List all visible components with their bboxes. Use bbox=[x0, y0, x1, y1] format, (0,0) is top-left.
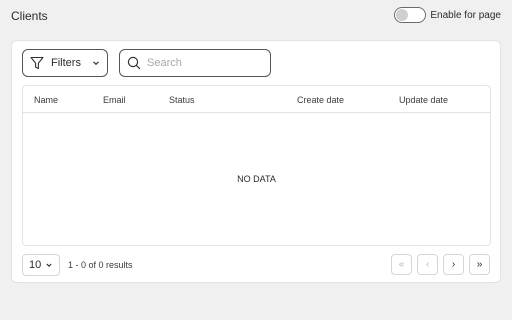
filters-label: Filters bbox=[51, 57, 81, 69]
clients-table: Name Email Status Create date Update dat… bbox=[22, 85, 491, 246]
chevron-down-icon bbox=[45, 261, 53, 269]
prev-page-button[interactable]: ‹ bbox=[417, 254, 438, 275]
toggle-label: Enable for page bbox=[430, 9, 501, 21]
first-page-button[interactable]: « bbox=[391, 254, 412, 275]
page-size-value: 10 bbox=[29, 259, 42, 271]
column-header-email[interactable]: Email bbox=[103, 95, 126, 105]
pagination: « ‹ › » bbox=[391, 254, 490, 275]
enable-for-page-toggle[interactable] bbox=[394, 7, 427, 23]
last-page-button[interactable]: » bbox=[469, 254, 490, 275]
empty-state-text: NO DATA bbox=[237, 174, 276, 184]
next-page-button[interactable]: › bbox=[443, 254, 464, 275]
chevron-down-icon bbox=[91, 58, 101, 68]
column-header-name[interactable]: Name bbox=[34, 95, 58, 105]
page-title: Clients bbox=[11, 9, 48, 23]
filter-icon bbox=[29, 55, 45, 71]
toggle-knob bbox=[396, 9, 409, 21]
search-input[interactable] bbox=[147, 57, 257, 69]
page-size-select[interactable]: 10 bbox=[22, 254, 60, 276]
search-field[interactable] bbox=[119, 49, 271, 77]
column-header-create-date[interactable]: Create date bbox=[297, 95, 344, 105]
clients-card: Filters Name Email Status Create date Up… bbox=[11, 40, 501, 283]
table-header: Name Email Status Create date Update dat… bbox=[23, 86, 490, 113]
column-header-update-date[interactable]: Update date bbox=[399, 95, 448, 105]
column-header-status[interactable]: Status bbox=[169, 95, 195, 105]
filters-button[interactable]: Filters bbox=[22, 49, 108, 77]
results-count: 1 - 0 of 0 results bbox=[68, 260, 133, 270]
enable-for-page-toggle-group: Enable for page bbox=[394, 7, 501, 23]
search-icon bbox=[127, 56, 141, 70]
